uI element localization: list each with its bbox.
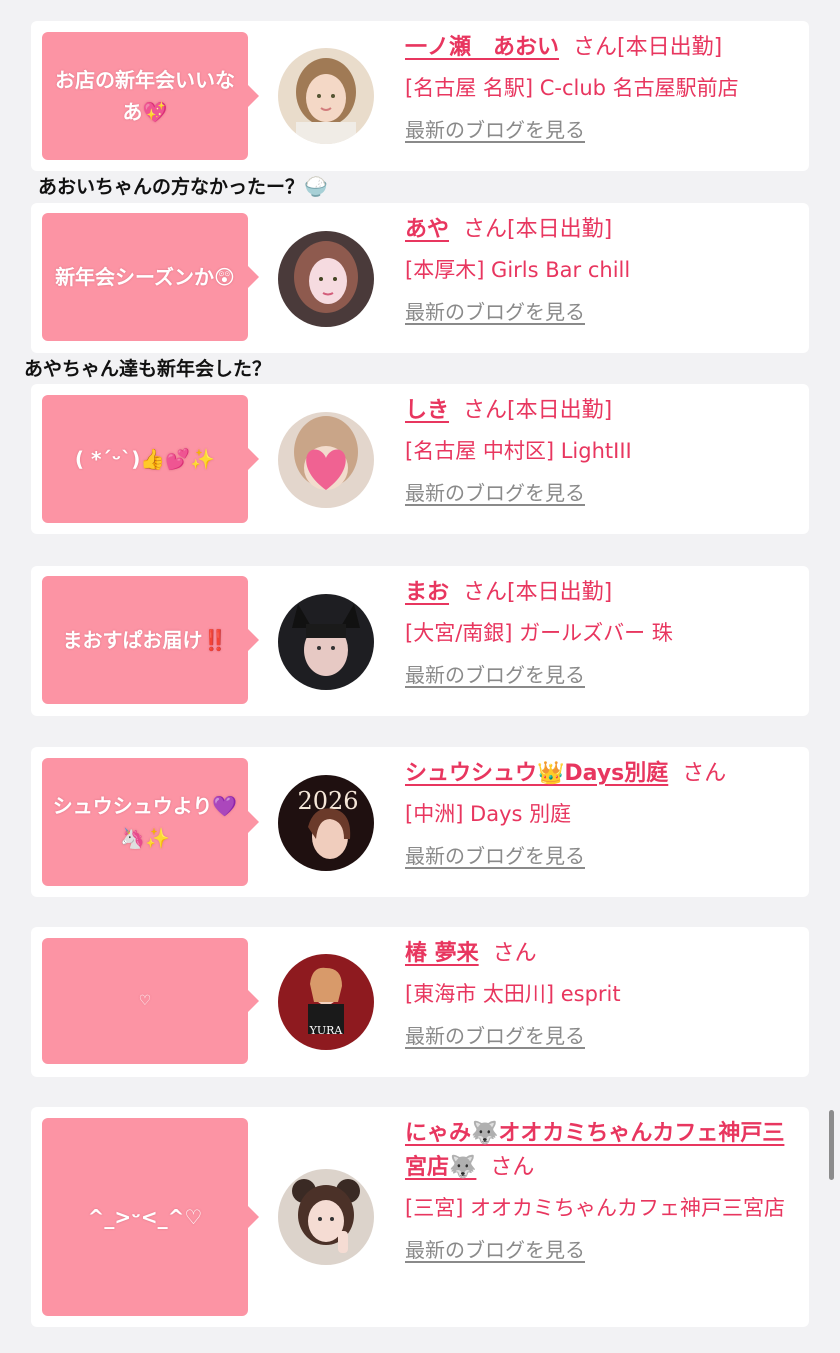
- shop-label: [名古屋 中村区] LightIII: [405, 439, 632, 463]
- message-bubble: まおすぱお届け‼️: [42, 576, 259, 704]
- cast-name-link[interactable]: にゃみ🐺オオカミちゃんカフェ神戸三宮店🐺: [405, 1121, 784, 1180]
- honorific: さん: [463, 398, 508, 423]
- avatar[interactable]: [278, 231, 374, 327]
- honorific: さん: [463, 580, 508, 605]
- attendance-status: [本日出勤]: [507, 398, 613, 423]
- cast-name-link[interactable]: あや: [405, 217, 449, 242]
- message-bubble: ( *ˊᵕˋ)👍💕✨: [42, 395, 259, 523]
- cast-card: ♡ YURA 椿 夢来 さん [東海市 太田川] esprit 最新のブログを見る: [31, 927, 809, 1077]
- blog-link[interactable]: 最新のブログを見る: [405, 1235, 801, 1265]
- avatar-caption: YURA: [309, 1024, 344, 1037]
- avatar[interactable]: 2026: [278, 775, 374, 871]
- honorific: さん: [463, 217, 508, 242]
- scrollbar[interactable]: [829, 1110, 834, 1180]
- comment-text: あおいちゃんの方なかったー？🍚: [38, 176, 328, 198]
- message-bubble: シュウシュウより💜🦄✨: [42, 758, 259, 886]
- shop-label: [東海市 太田川] esprit: [405, 982, 621, 1006]
- blog-link[interactable]: 最新のブログを見る: [405, 1021, 801, 1051]
- cast-name-link[interactable]: 椿 夢来: [405, 941, 479, 966]
- blog-link[interactable]: 最新のブログを見る: [405, 115, 801, 145]
- shop-label: [本厚木] Girls Bar chill: [405, 258, 631, 282]
- message-bubble: お店の新年会いいなあ💖: [42, 32, 259, 160]
- honorific: さん: [490, 1155, 535, 1180]
- cast-card: ( *ˊᵕˋ)👍💕✨ しき さん[本日出勤] [名古屋 中村区] LightIII…: [31, 384, 809, 534]
- cast-card: 新年会シーズンか😲 あや さん[本日出勤] [本厚木] Girls Bar chi…: [31, 203, 809, 353]
- cast-name-link[interactable]: しき: [405, 398, 449, 423]
- honorific: さん: [573, 35, 618, 60]
- comment-text: あやちゃん達も新年会した？: [24, 358, 272, 380]
- avatar[interactable]: [278, 48, 374, 144]
- blog-link[interactable]: 最新のブログを見る: [405, 297, 801, 327]
- attendance-status: [本日出勤]: [617, 35, 723, 60]
- cast-card: まおすぱお届け‼️ まお さん[本日出勤] [大宮/南銀] ガールズバー 珠 最新…: [31, 566, 809, 716]
- shop-label: [名古屋 名駅] C-club 名古屋駅前店: [405, 76, 739, 100]
- message-bubble: ♡: [42, 938, 259, 1064]
- message-bubble: ^_>ᵕ<_^♡: [42, 1118, 259, 1316]
- cast-name-link[interactable]: シュウシュウ👑Days別庭: [405, 761, 668, 786]
- honorific: さん: [682, 761, 727, 786]
- blog-link[interactable]: 最新のブログを見る: [405, 660, 801, 690]
- avatar[interactable]: [278, 1169, 374, 1265]
- cast-name-link[interactable]: 一ノ瀬 あおい: [405, 35, 559, 60]
- cast-name-link[interactable]: まお: [405, 580, 449, 605]
- shop-label: [三宮] オオカミちゃんカフェ神戸三宮店: [405, 1196, 786, 1220]
- avatar[interactable]: [278, 412, 374, 508]
- avatar[interactable]: [278, 594, 374, 690]
- shop-label: [大宮/南銀] ガールズバー 珠: [405, 621, 673, 645]
- attendance-status: [本日出勤]: [507, 580, 613, 605]
- shop-label: [中洲] Days 別庭: [405, 802, 572, 826]
- message-bubble: 新年会シーズンか😲: [42, 213, 259, 341]
- avatar[interactable]: YURA: [278, 954, 374, 1050]
- cast-card: ^_>ᵕ<_^♡ にゃみ🐺オオカミちゃんカフェ神戸三宮店🐺 さん [三宮] オオカ…: [31, 1107, 809, 1327]
- blog-link[interactable]: 最新のブログを見る: [405, 841, 801, 871]
- blog-link[interactable]: 最新のブログを見る: [405, 478, 801, 508]
- honorific: さん: [492, 941, 537, 966]
- attendance-status: [本日出勤]: [507, 217, 613, 242]
- cast-card: お店の新年会いいなあ💖 一ノ瀬 あおい さん[本日出勤] [名古屋 名駅] C-c…: [31, 21, 809, 171]
- cast-card: シュウシュウより💜🦄✨ 2026 シュウシュウ👑Days別庭 さん [中洲] Da…: [31, 747, 809, 897]
